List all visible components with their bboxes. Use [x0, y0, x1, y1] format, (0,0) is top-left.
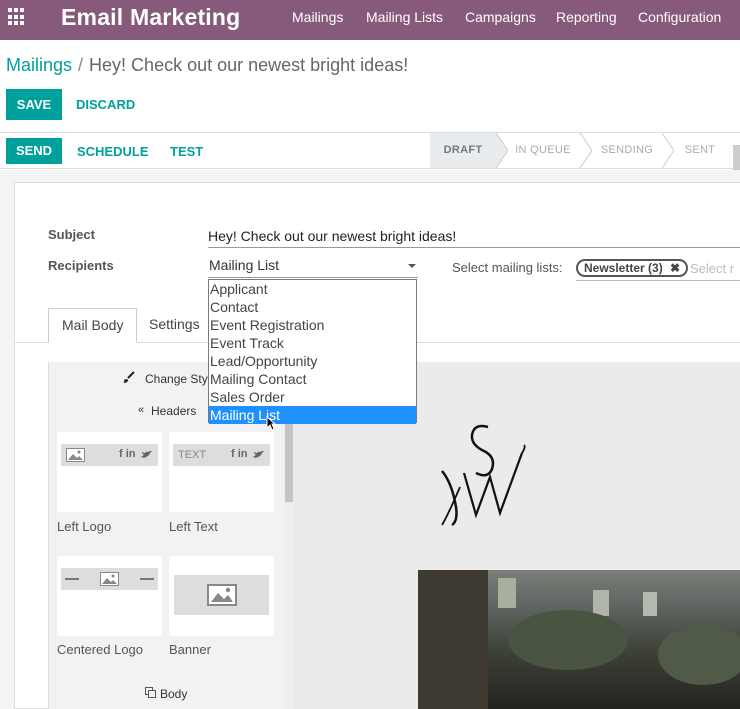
snippet-banner[interactable] — [169, 556, 274, 636]
tree — [508, 610, 628, 670]
menu-mailings[interactable]: Mailings — [292, 9, 343, 25]
hero-photo[interactable] — [418, 570, 740, 709]
status-bar: SEND SCHEDULE TEST DRAFT IN QUEUE SENDIN… — [0, 132, 740, 175]
twitter-icon — [253, 451, 264, 458]
image-icon — [66, 448, 85, 462]
image-icon — [207, 584, 237, 606]
stage-sent[interactable]: SENT — [674, 133, 726, 168]
caret-down-icon — [408, 264, 416, 268]
subject-underline — [208, 247, 740, 248]
snippet-banner-label: Banner — [169, 642, 211, 657]
window — [643, 592, 657, 616]
snippet-centered-logo[interactable] — [57, 556, 162, 636]
snippet-left-logo[interactable]: f in — [57, 432, 162, 512]
option-sales-order[interactable]: Sales Order — [209, 388, 416, 406]
brick-wall — [418, 570, 488, 709]
social-icons: f in — [231, 448, 248, 460]
breadcrumb-separator: / — [78, 55, 84, 75]
option-mailing-contact[interactable]: Mailing Contact — [209, 370, 416, 388]
option-event-track[interactable]: Event Track — [209, 334, 416, 352]
dash-icon — [140, 578, 154, 580]
dash-icon — [65, 578, 79, 580]
paintbrush-icon — [123, 371, 135, 383]
option-lead-opportunity[interactable]: Lead/Opportunity — [209, 352, 416, 370]
window — [593, 590, 609, 616]
recipients-select-value: Mailing List — [209, 257, 280, 273]
send-button[interactable]: SEND — [6, 138, 62, 164]
subject-label: Subject — [48, 227, 95, 242]
option-mailing-list[interactable]: Mailing List — [209, 406, 416, 424]
recipients-select[interactable]: Mailing List — [208, 256, 418, 278]
window — [498, 578, 516, 608]
option-event-registration[interactable]: Event Registration — [209, 316, 416, 334]
snippet-text-label: TEXT — [178, 449, 207, 461]
stage-sending[interactable]: SENDING — [592, 133, 662, 168]
mailing-list-tag[interactable]: Newsletter (3) ✖ — [576, 259, 689, 277]
sw-logo-icon — [441, 424, 526, 527]
discard-button[interactable]: DISCARD — [76, 97, 135, 112]
menu-campaigns[interactable]: Campaigns — [465, 9, 536, 25]
remove-tag-icon[interactable]: ✖ — [670, 261, 680, 275]
apps-grid-icon[interactable] — [8, 8, 26, 26]
mailing-lists-input[interactable]: Select r — [690, 261, 734, 276]
schedule-button[interactable]: SCHEDULE — [77, 144, 149, 159]
breadcrumb-mailings-link[interactable]: Mailings — [6, 55, 72, 75]
option-applicant[interactable]: Applicant — [209, 280, 416, 298]
tab-mail-body[interactable]: Mail Body — [48, 308, 138, 343]
app-title[interactable]: Email Marketing — [61, 4, 240, 31]
recipients-label: Recipients — [48, 258, 114, 273]
recipients-dropdown: Applicant Contact Event Registration Eve… — [208, 279, 417, 424]
mailing-lists-underline — [576, 280, 740, 281]
social-icons: f in — [119, 448, 136, 460]
top-navbar: Email Marketing Mailings Mailing Lists C… — [0, 0, 740, 40]
tree — [658, 625, 740, 685]
stage-arrow-icon — [661, 133, 674, 168]
snippet-left-text-label: Left Text — [169, 519, 218, 534]
mouse-cursor-icon — [266, 416, 276, 431]
body-category[interactable]: Body — [160, 687, 187, 701]
menu-mailing-lists[interactable]: Mailing Lists — [366, 9, 443, 25]
test-button[interactable]: TEST — [170, 144, 203, 159]
snippet-left-text[interactable]: TEXT f in — [169, 432, 274, 512]
snippet-left-logo-label: Left Logo — [57, 519, 112, 534]
stage-draft[interactable]: DRAFT — [430, 133, 496, 168]
subject-input[interactable]: Hey! Check out our newest bright ideas! — [208, 228, 456, 244]
breadcrumb-current: Hey! Check out our newest bright ideas! — [89, 55, 409, 75]
menu-configuration[interactable]: Configuration — [638, 9, 721, 25]
select-mailing-lists-label: Select mailing lists: — [452, 260, 563, 275]
snippet-centered-logo-label: Centered Logo — [57, 642, 144, 657]
change-style-button[interactable]: Change Style — [145, 372, 217, 386]
mailing-list-tag-label: Newsletter (3) — [584, 261, 663, 275]
double-chevron-up-icon: « — [138, 404, 145, 416]
image-icon — [100, 572, 119, 586]
stage-arrow-icon — [494, 133, 508, 168]
copy-icon — [145, 687, 156, 698]
snippets-scrollbar-thumb[interactable] — [285, 422, 293, 502]
breadcrumb: Mailings / Hey! Check out our newest brigh… — [6, 55, 408, 76]
twitter-icon — [141, 451, 152, 458]
menu-reporting[interactable]: Reporting — [556, 9, 617, 25]
headers-category[interactable]: Headers — [151, 404, 196, 418]
stage-arrow-icon — [579, 133, 592, 168]
option-contact[interactable]: Contact — [209, 298, 416, 316]
tab-settings[interactable]: Settings — [136, 308, 213, 343]
stage-in-queue[interactable]: IN QUEUE — [508, 133, 578, 168]
save-button[interactable]: SAVE — [6, 89, 62, 120]
